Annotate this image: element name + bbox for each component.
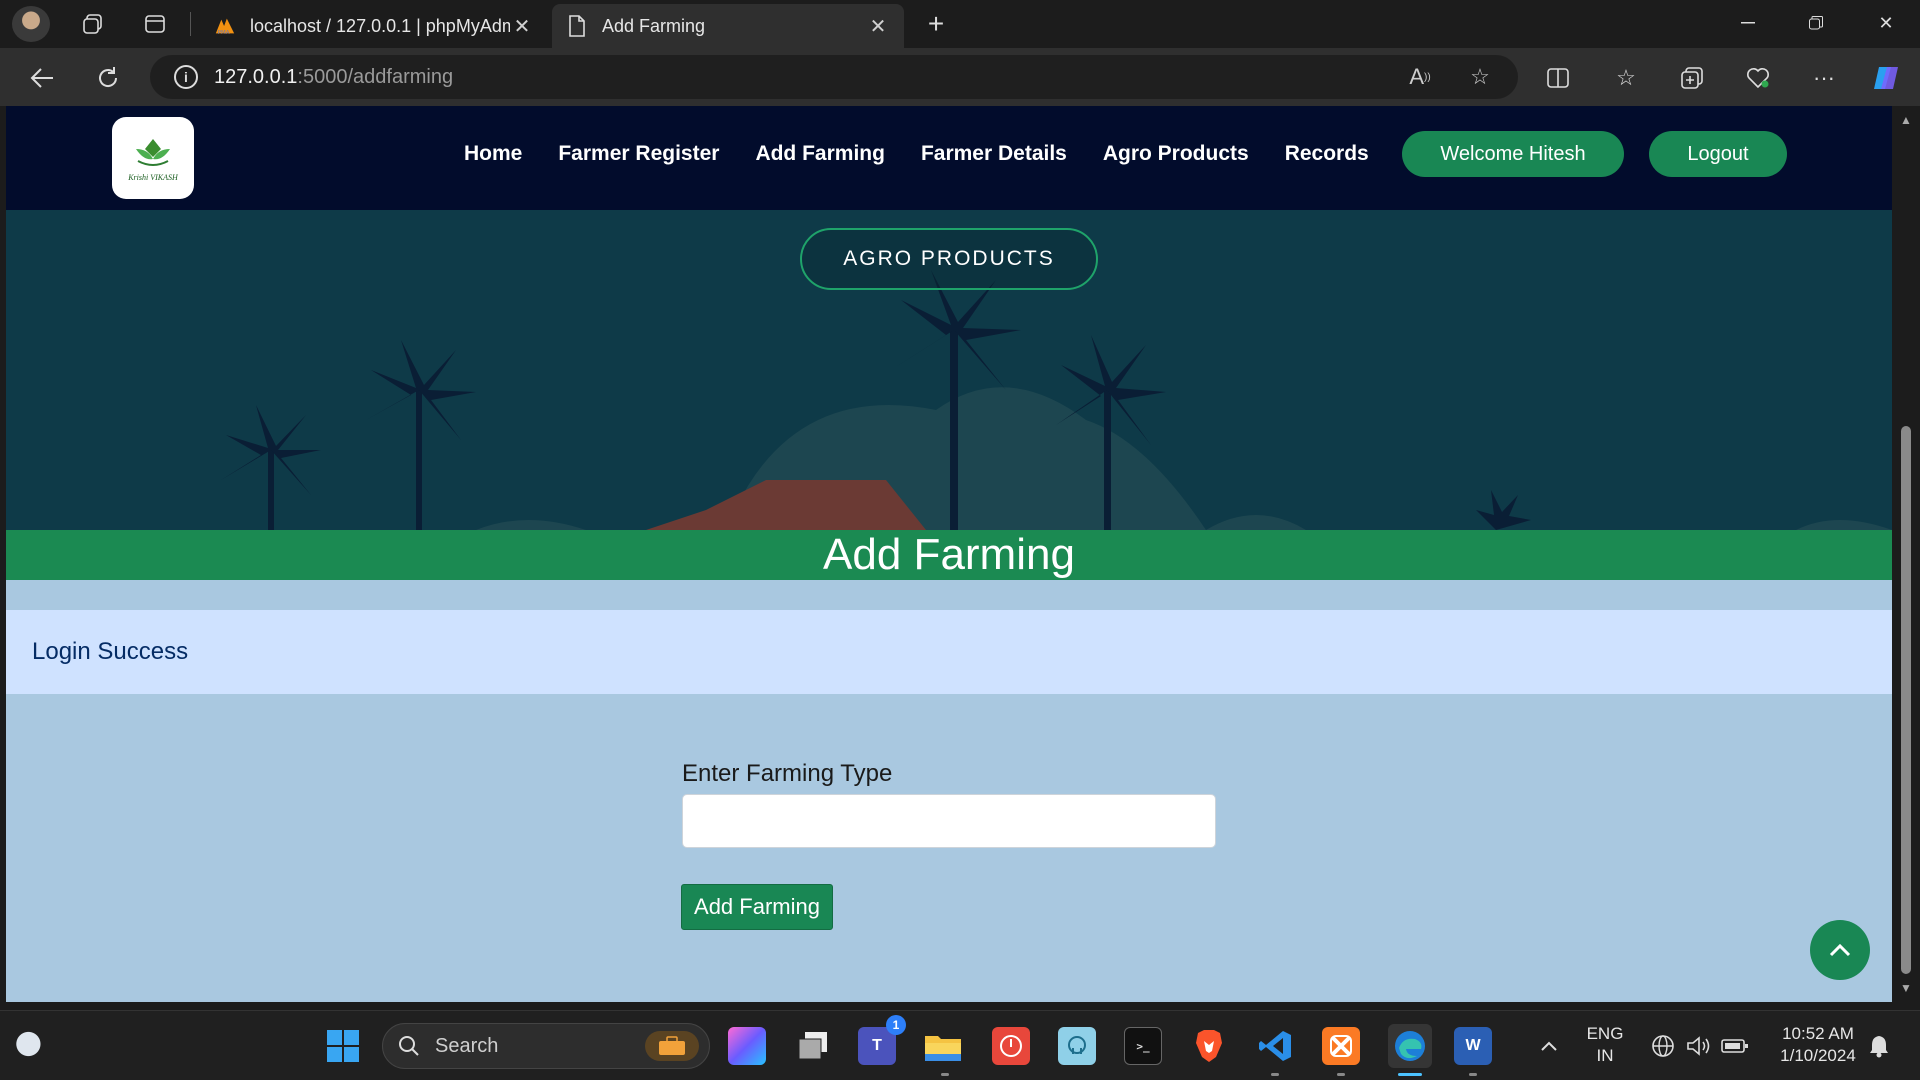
svg-text:PMA: PMA	[218, 30, 230, 36]
site-logo[interactable]: Krishi VIKASH	[112, 117, 194, 199]
network-globe-icon[interactable]	[1644, 1027, 1682, 1065]
taskbar-search[interactable]: Search	[382, 1023, 710, 1069]
back-arrow-icon[interactable]	[22, 58, 62, 98]
close-tab-icon[interactable]: ✕	[866, 14, 890, 39]
logo-text: Krishi VIKASH	[128, 172, 178, 182]
restore-button[interactable]	[1782, 0, 1850, 46]
copilot-preview-icon[interactable]	[728, 1027, 766, 1065]
browser-toolbar: i 127.0.0.1:5000/addfarming A)) ☆ ☆ ···	[0, 48, 1920, 106]
xampp-icon[interactable]	[1322, 1027, 1360, 1065]
browser-essentials-icon[interactable]	[1740, 60, 1776, 96]
farming-type-input[interactable]	[682, 794, 1216, 848]
refresh-icon[interactable]	[88, 58, 128, 98]
login-success-alert: Login Success	[6, 610, 1892, 694]
url-host: 127.0.0.1	[214, 65, 298, 88]
nav-farmer-register[interactable]: Farmer Register	[558, 142, 719, 166]
tab-phpmyadmin[interactable]: PMA localhost / 127.0.0.1 | phpMyAdmin ✕	[200, 4, 548, 48]
word-icon[interactable]: W	[1454, 1027, 1492, 1065]
nav-records[interactable]: Records	[1285, 142, 1369, 166]
tab-title: Add Farming	[602, 15, 706, 36]
welcome-user-button[interactable]: Welcome Hitesh	[1402, 131, 1624, 177]
volume-icon[interactable]	[1680, 1027, 1718, 1065]
teams-notification-badge: 1	[886, 1015, 906, 1035]
scroll-down-arrow-icon[interactable]: ▼	[1898, 980, 1914, 996]
notification-bell-icon[interactable]	[1860, 1027, 1898, 1065]
document-icon	[566, 15, 588, 37]
favorite-star-icon[interactable]: ☆	[1466, 63, 1494, 91]
farming-type-label: Enter Farming Type	[682, 760, 893, 787]
scroll-thumb[interactable]	[1901, 426, 1911, 974]
battery-icon[interactable]	[1716, 1027, 1754, 1065]
power-app-icon[interactable]	[992, 1027, 1030, 1065]
tab-separator	[190, 12, 191, 36]
scroll-up-arrow-icon[interactable]: ▲	[1898, 112, 1914, 128]
main-nav: Home Farmer Register Add Farming Farmer …	[464, 142, 1405, 166]
page-viewport: Krishi VIKASH Home Farmer Register Add F…	[6, 106, 1892, 1002]
nav-add-farming[interactable]: Add Farming	[755, 142, 885, 166]
search-icon	[397, 1034, 421, 1058]
nav-farmer-details[interactable]: Farmer Details	[921, 142, 1067, 166]
chevron-up-icon[interactable]	[1530, 1027, 1568, 1065]
address-bar[interactable]: i 127.0.0.1:5000/addfarming A)) ☆	[150, 55, 1518, 99]
tab-title: localhost / 127.0.0.1 | phpMyAdmin	[250, 15, 510, 36]
running-indicator	[1271, 1073, 1279, 1076]
hero-banner: AGRO PRODUCTS	[6, 210, 1892, 530]
browser-tab-bar: PMA localhost / 127.0.0.1 | phpMyAdmin ✕…	[0, 0, 1920, 48]
running-indicator	[1337, 1073, 1345, 1076]
nav-agro-products[interactable]: Agro Products	[1103, 142, 1249, 166]
new-tab-button[interactable]: +	[918, 6, 954, 42]
workspaces-icon[interactable]	[74, 6, 112, 42]
site-info-icon[interactable]: i	[174, 65, 198, 89]
input-language[interactable]: ENG IN	[1580, 1023, 1630, 1067]
chevron-up-icon	[1829, 943, 1851, 957]
favorites-icon[interactable]: ☆	[1608, 60, 1644, 96]
clock-date: 1/10/2024	[1780, 1046, 1856, 1065]
terminal-icon[interactable]: >_	[1124, 1027, 1162, 1065]
briefcase-icon	[645, 1031, 699, 1061]
mysql-workbench-icon[interactable]	[1058, 1027, 1096, 1065]
language-code: ENG	[1586, 1024, 1624, 1043]
add-farming-submit-button[interactable]: Add Farming	[681, 884, 833, 930]
profile-avatar[interactable]	[12, 6, 50, 42]
site-navbar: Krishi VIKASH Home Farmer Register Add F…	[6, 106, 1892, 210]
region-code: IN	[1596, 1046, 1614, 1065]
lotus-leaf-icon	[136, 138, 170, 166]
edge-icon[interactable]	[1388, 1024, 1432, 1068]
page-scrollbar[interactable]: ▲ ▼	[1892, 106, 1920, 1002]
split-screen-icon[interactable]	[1540, 60, 1576, 96]
more-menu-icon[interactable]: ···	[1806, 60, 1842, 96]
clock-time: 10:52 AM	[1782, 1024, 1854, 1043]
running-indicator	[941, 1073, 949, 1076]
close-tab-icon[interactable]: ✕	[510, 14, 534, 39]
collections-icon[interactable]	[1674, 60, 1710, 96]
phpmyadmin-icon: PMA	[214, 15, 236, 37]
running-indicator-active	[1398, 1073, 1422, 1076]
clock[interactable]: 10:52 AM 1/10/2024	[1766, 1023, 1870, 1067]
weather-icon[interactable]	[14, 1029, 50, 1059]
agro-products-button[interactable]: AGRO PRODUCTS	[800, 228, 1098, 290]
running-indicator	[1469, 1073, 1477, 1076]
windows-start-icon[interactable]	[324, 1027, 362, 1065]
search-placeholder: Search	[435, 1034, 499, 1057]
windows-taskbar: Search T 1 >_ W ENG IN 10:52 AM 1/10/202…	[0, 1010, 1920, 1080]
scroll-to-top-button[interactable]	[1810, 920, 1870, 980]
close-window-button[interactable]: ✕	[1852, 0, 1920, 46]
nav-home[interactable]: Home	[464, 142, 522, 166]
vscode-icon[interactable]	[1256, 1027, 1294, 1065]
brave-browser-icon[interactable]	[1190, 1027, 1228, 1065]
vertical-tabs-icon[interactable]	[136, 6, 174, 42]
read-aloud-icon[interactable]: A))	[1406, 63, 1434, 91]
file-explorer-icon[interactable]	[924, 1027, 962, 1065]
task-view-icon[interactable]	[794, 1027, 832, 1065]
minimize-button[interactable]	[1714, 0, 1782, 46]
page-title: Add Farming	[6, 530, 1892, 580]
teams-icon[interactable]: T 1	[858, 1015, 906, 1065]
url-path: :5000/addfarming	[297, 65, 454, 88]
tab-add-farming[interactable]: Add Farming ✕	[552, 4, 904, 48]
logout-button[interactable]: Logout	[1649, 131, 1787, 177]
copilot-icon[interactable]	[1868, 60, 1904, 96]
